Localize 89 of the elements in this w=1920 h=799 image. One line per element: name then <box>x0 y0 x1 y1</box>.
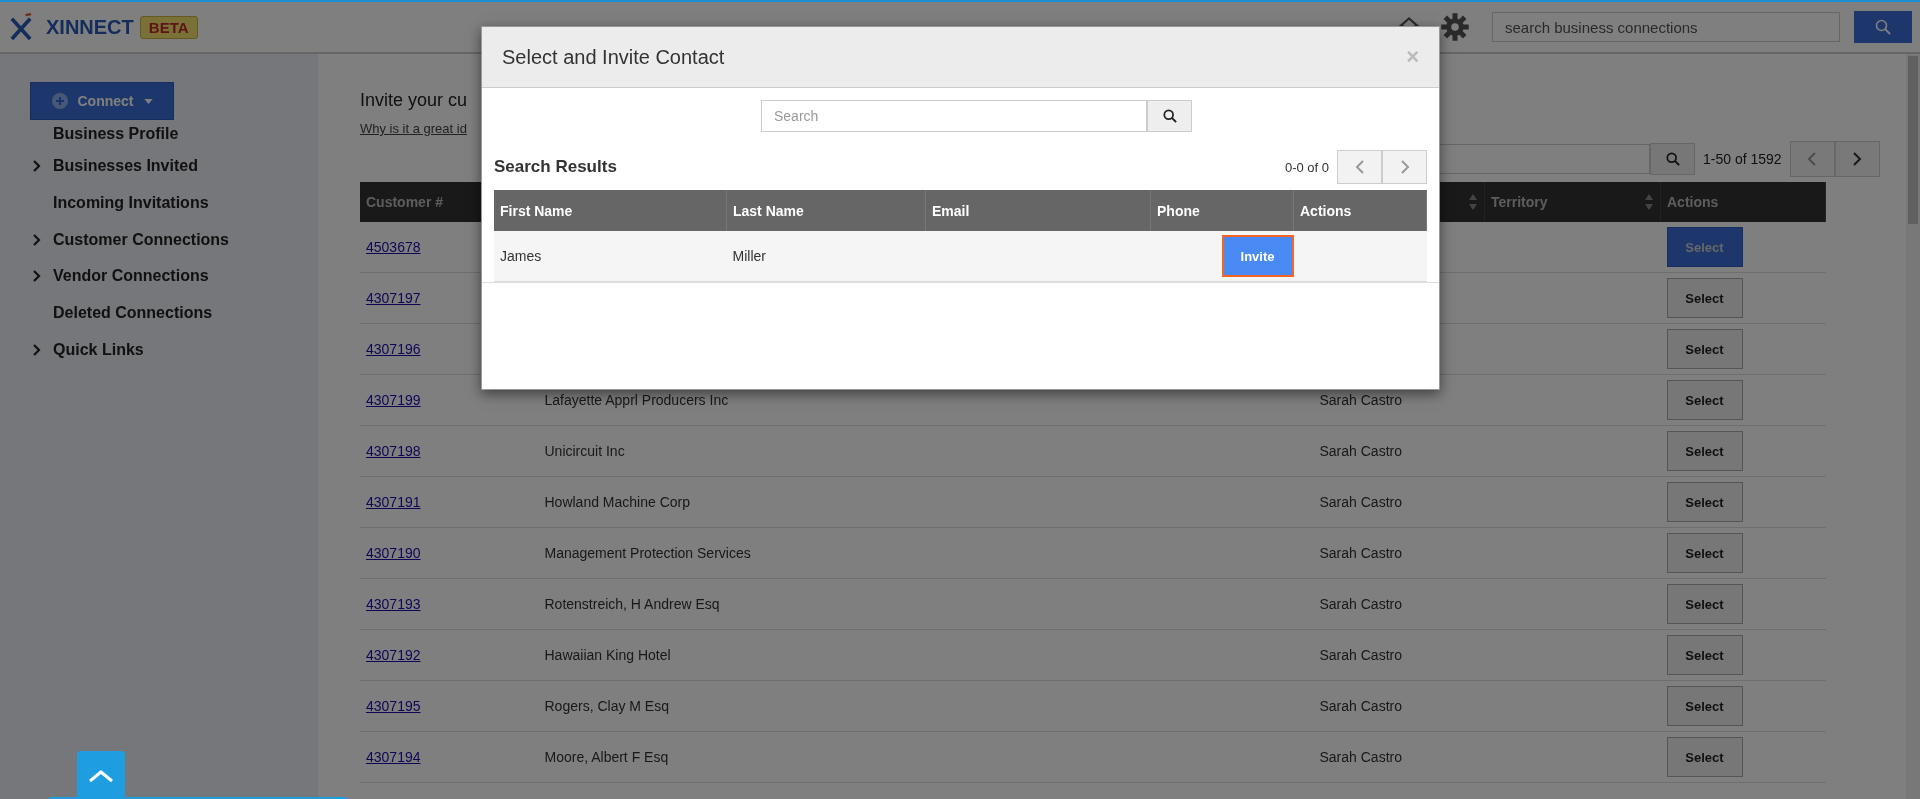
previous-page-button[interactable] <box>1789 141 1835 177</box>
sidebar-item[interactable]: Businesses Invited <box>30 148 318 185</box>
chevron-icon <box>33 160 41 173</box>
table-cell: Sarah Castro <box>1319 392 1402 408</box>
sidebar-item[interactable]: Deleted Connections <box>30 294 318 332</box>
table-cell: Sarah Castro <box>1319 749 1402 765</box>
chevron-up-icon <box>88 769 114 783</box>
column-header: Actions <box>1293 190 1427 231</box>
table-cell: Howland Machine Corp <box>544 494 691 510</box>
search-icon <box>1875 19 1891 35</box>
table-cell: James <box>494 231 727 282</box>
search-icon <box>1665 152 1680 166</box>
column-header: Last Name <box>726 190 926 231</box>
table-cell: Sarah Castro <box>1319 596 1402 612</box>
beta-badge: BETA <box>139 15 198 39</box>
pagination-text: 1-50 of 1592 <box>1703 151 1782 167</box>
chevron-left-icon <box>1807 151 1818 167</box>
column-header[interactable]: Customer # <box>366 194 444 210</box>
table-cell: Management Protection Services <box>544 545 751 561</box>
sidebar-item[interactable]: Customer Connections <box>30 221 318 259</box>
select-button[interactable]: Select <box>1666 584 1743 624</box>
logo-text: XINNECT <box>46 15 134 39</box>
select-button[interactable]: Select <box>1666 329 1743 369</box>
chevron-icon <box>33 233 41 246</box>
customer-link[interactable]: 4307190 <box>366 545 421 561</box>
dialog-title: Select and Invite Contact <box>502 45 725 69</box>
column-header: Email <box>925 190 1151 231</box>
chevron-icon <box>33 270 41 283</box>
caret-icon <box>143 98 153 104</box>
column-header[interactable]: Actions <box>1667 194 1719 210</box>
settings-icon[interactable] <box>1440 12 1470 42</box>
previous-page-button[interactable] <box>1337 150 1382 184</box>
select-button[interactable]: Select <box>1666 380 1743 420</box>
page-title: Invite your cu <box>360 90 468 111</box>
select-button[interactable]: Select <box>1666 431 1743 471</box>
sidebar-item[interactable]: Incoming Invitations <box>30 184 318 222</box>
invite-button[interactable]: Invite <box>1221 235 1294 277</box>
customer-link[interactable]: 4307197 <box>366 290 421 306</box>
table-cell: Sarah Castro <box>1319 494 1402 510</box>
chevron-right-icon <box>1852 151 1863 167</box>
connect-button[interactable]: Connect <box>30 82 174 120</box>
table-cell: Rotenstreich, H Andrew Esq <box>544 596 720 612</box>
customer-link[interactable]: 4307196 <box>366 341 421 357</box>
table-cell: Unicircuit Inc <box>544 443 625 459</box>
table-cell: Rogers, Clay M Esq <box>544 698 669 714</box>
next-page-button[interactable] <box>1382 150 1427 184</box>
select-button[interactable]: Select <box>1666 482 1743 522</box>
sidebar-item[interactable]: Vendor Connections <box>30 258 318 295</box>
search-button[interactable] <box>1147 100 1192 132</box>
customer-link[interactable]: 4307194 <box>366 749 421 765</box>
search-field[interactable]: Search <box>761 100 1147 132</box>
customer-link[interactable]: 4503678 <box>366 239 421 255</box>
section-title: Search Results <box>494 157 618 177</box>
select-button[interactable]: Select <box>1666 686 1743 726</box>
plus-icon <box>51 93 68 109</box>
scrollbar[interactable] <box>1906 54 1920 799</box>
table-cell: Moore, Albert F Esq <box>544 749 669 765</box>
table-cell: Sarah Castro <box>1319 647 1402 663</box>
select-button[interactable]: Select <box>1666 278 1743 318</box>
chevron-left-icon <box>1354 159 1365 175</box>
column-header: Phone <box>1150 190 1294 231</box>
table-cell: Miller <box>726 231 926 282</box>
select-button[interactable]: Select <box>1666 635 1743 675</box>
customer-link[interactable]: 4307192 <box>366 647 421 663</box>
pagination-text: 0-0 of 0 <box>1284 159 1329 175</box>
table-cell: Sarah Castro <box>1319 443 1402 459</box>
sidebar-item[interactable]: Business Profile <box>30 120 318 148</box>
customer-link[interactable]: 4307191 <box>366 494 421 510</box>
customer-link[interactable]: 4307199 <box>366 392 421 408</box>
select-button[interactable]: Select <box>1666 737 1743 777</box>
help-link[interactable]: Why is it a great id <box>360 121 467 136</box>
customer-link[interactable]: 4307193 <box>366 596 421 612</box>
sidebar-item[interactable]: Quick Links <box>30 331 318 369</box>
table-cell: Hawaiian King Hotel <box>544 647 671 663</box>
next-page-button[interactable] <box>1834 141 1880 177</box>
customer-link[interactable]: 4307198 <box>366 443 421 459</box>
scroll-top-button[interactable] <box>77 751 125 799</box>
select-button[interactable]: Select <box>1666 533 1743 573</box>
customer-link[interactable]: 4307195 <box>366 698 421 714</box>
table-cell: Lafayette Apprl Producers Inc <box>544 392 729 408</box>
column-header[interactable]: Territory <box>1491 194 1548 210</box>
chevron-icon <box>33 343 41 356</box>
table-cell: Sarah Castro <box>1319 545 1402 561</box>
logo-icon <box>10 13 32 41</box>
column-header: First Name <box>494 190 727 231</box>
search-field[interactable]: search business connections <box>1492 12 1840 42</box>
table-cell: Sarah Castro <box>1319 698 1402 714</box>
search-icon <box>1162 109 1177 123</box>
chevron-right-icon <box>1399 159 1410 175</box>
